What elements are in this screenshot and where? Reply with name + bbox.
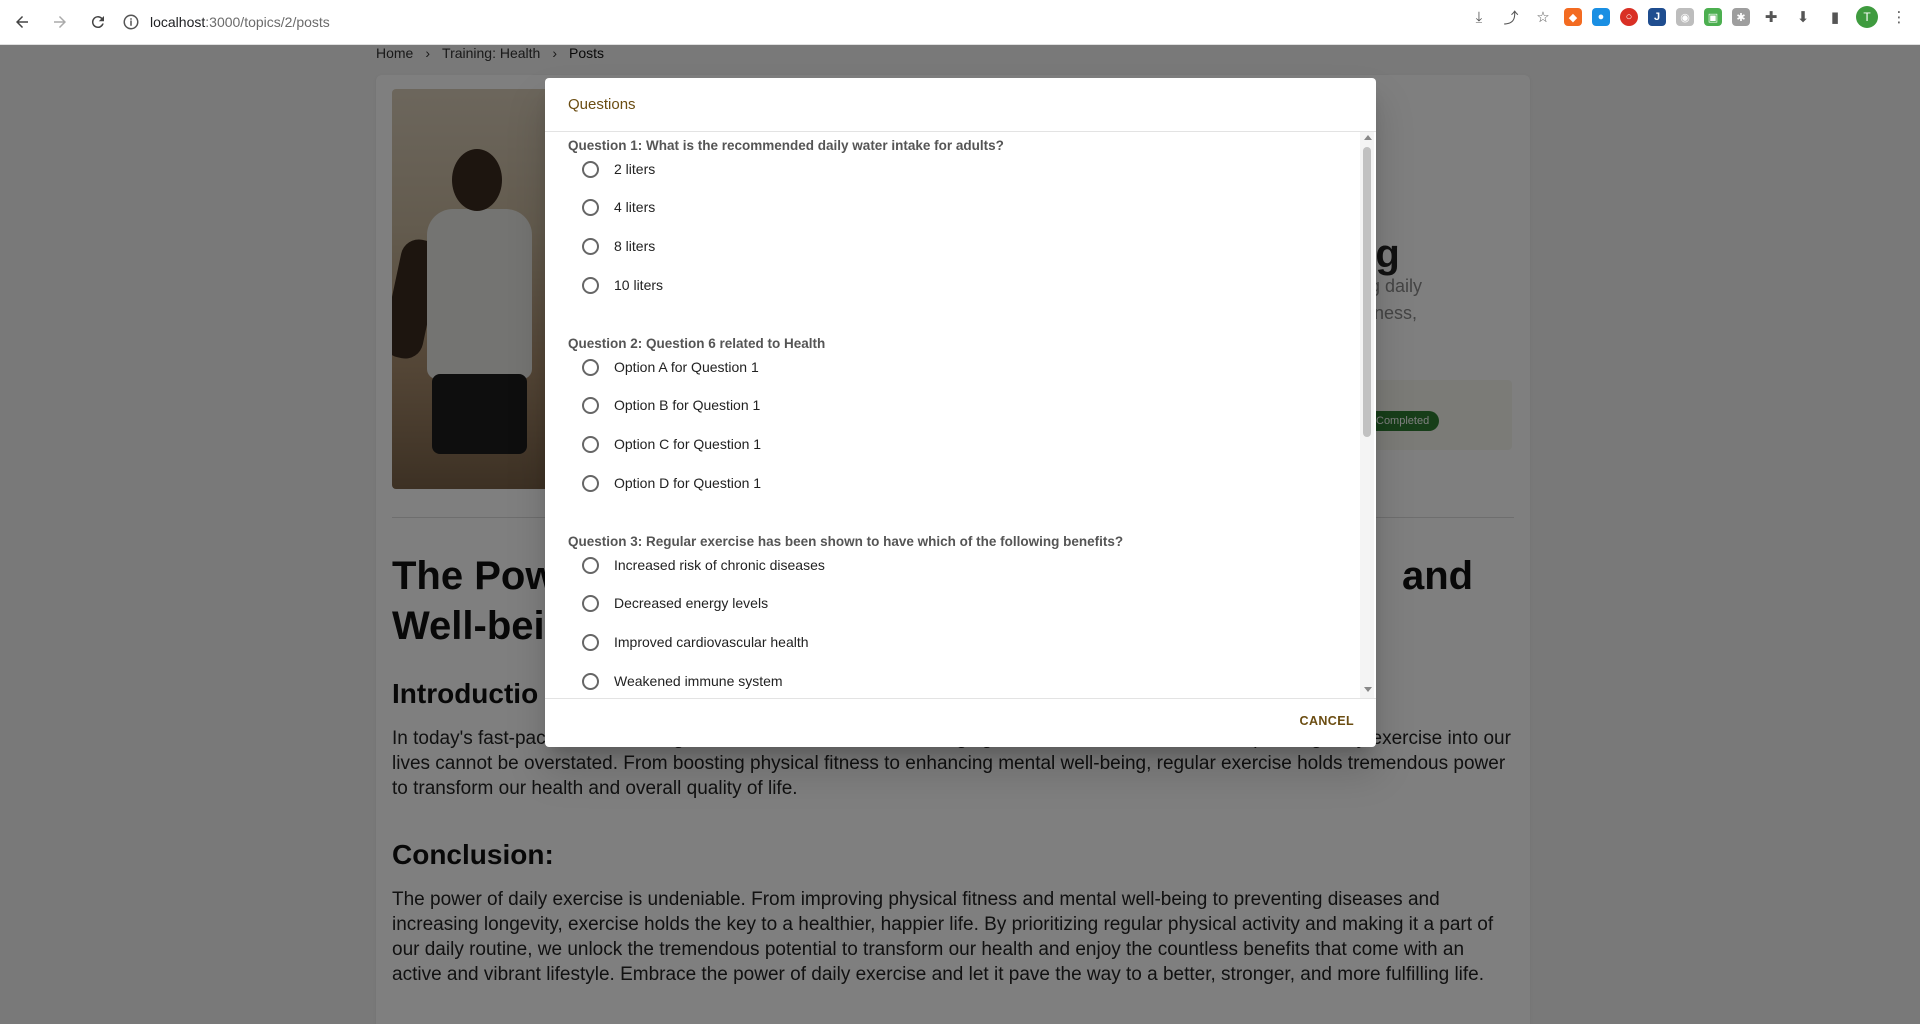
back-icon[interactable] [6,6,38,38]
option-label: Option C for Question 1 [614,436,762,452]
dialog-title: Questions [568,96,636,113]
reload-icon[interactable] [82,6,114,38]
side-panel-icon[interactable]: ▮ [1824,6,1846,28]
option-label: Option D for Question 1 [614,475,762,491]
browser-toolbar: localhost :3000/topics/2/posts ⤓ ⤴ ☆ ◆ ●… [0,0,1920,45]
address-bar[interactable]: localhost :3000/topics/2/posts [122,6,330,38]
profile-avatar[interactable]: T [1856,6,1878,28]
dialog-content[interactable]: Question 1: What is the recommended dail… [545,132,1376,698]
extension-opera-icon[interactable]: ○ [1620,8,1638,26]
bookmark-star-icon[interactable]: ☆ [1532,6,1554,28]
question-1-option-2[interactable]: 4 liters [582,196,655,218]
option-label: Increased risk of chronic diseases [614,557,825,573]
scrollbar-thumb[interactable] [1363,147,1371,437]
question-2-option-1[interactable]: Option A for Question 1 [582,356,759,378]
extensions-puzzle-icon[interactable]: ✚ [1760,6,1782,28]
option-label: Option B for Question 1 [614,397,761,413]
dialog-scrollbar[interactable] [1360,132,1374,698]
question-2-text: Question 2: Question 6 related to Health [568,336,826,351]
question-3-text: Question 3: Regular exercise has been sh… [568,534,1124,549]
share-icon[interactable]: ⤴ [1500,6,1522,28]
option-label: 8 liters [614,238,656,254]
question-1-option-3[interactable]: 8 liters [582,235,655,257]
option-label: 10 liters [614,277,664,293]
extension-lock-icon[interactable]: ▣ [1704,8,1722,26]
radio-icon[interactable] [582,474,599,492]
option-label: Improved cardiovascular health [614,634,809,650]
question-1-text: Question 1: What is the recommended dail… [568,138,1004,153]
menu-kebab-icon[interactable]: ⋮ [1888,6,1910,28]
radio-icon[interactable] [582,594,599,612]
scroll-down-arrow-icon[interactable] [1364,687,1372,692]
extension-j-icon[interactable]: J [1648,8,1666,26]
question-1-option-4[interactable]: 10 liters [582,274,663,296]
url-host: localhost [150,14,206,30]
question-2-option-3[interactable]: Option C for Question 1 [582,433,761,455]
option-label: 4 liters [614,199,656,215]
cancel-button[interactable]: CANCEL [1296,710,1358,732]
site-info-icon[interactable] [122,13,140,31]
extension-bug-icon[interactable]: ✱ [1732,8,1750,26]
question-2-option-2[interactable]: Option B for Question 1 [582,394,760,416]
divider [545,698,1376,699]
question-3-option-4[interactable]: Weakened immune system [582,670,783,692]
question-3-option-3[interactable]: Improved cardiovascular health [582,631,809,653]
radio-icon[interactable] [582,160,599,178]
extension-drop-icon[interactable]: ● [1592,8,1610,26]
radio-icon[interactable] [582,198,599,216]
forward-icon[interactable] [44,6,76,38]
question-3-option-2[interactable]: Decreased energy levels [582,592,768,614]
question-1-option-1[interactable]: 2 liters [582,158,655,180]
radio-icon[interactable] [582,237,599,255]
option-label: 2 liters [614,161,656,177]
extension-fire-icon[interactable]: ◆ [1564,8,1582,26]
question-3-option-1[interactable]: Increased risk of chronic diseases [582,554,825,576]
option-label: Weakened immune system [614,673,783,689]
downloads-icon[interactable]: ⬇ [1792,6,1814,28]
option-label: Option A for Question 1 [614,359,759,375]
radio-icon[interactable] [582,633,599,651]
url-path: :3000/topics/2/posts [205,14,330,30]
radio-icon[interactable] [582,276,599,294]
question-2-option-4[interactable]: Option D for Question 1 [582,472,761,494]
radio-icon[interactable] [582,556,599,574]
option-label: Decreased energy levels [614,595,769,611]
scroll-up-arrow-icon[interactable] [1364,135,1372,140]
install-icon[interactable]: ⤓ [1468,6,1490,28]
radio-icon[interactable] [582,672,599,690]
radio-icon[interactable] [582,358,599,376]
radio-icon[interactable] [582,435,599,453]
questions-dialog: Questions Question 1: What is the recomm… [545,78,1376,747]
extension-camera-icon[interactable]: ◉ [1676,8,1694,26]
radio-icon[interactable] [582,396,599,414]
